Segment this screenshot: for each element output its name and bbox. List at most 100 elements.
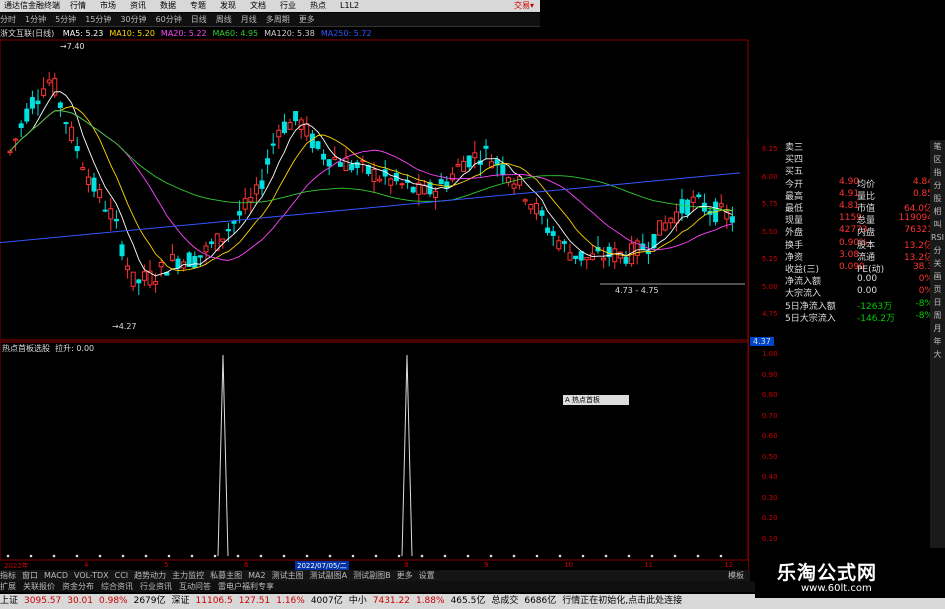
status-item: 465.5亿: [450, 596, 486, 606]
status-item: 上证: [0, 596, 19, 606]
side-tab[interactable]: 画: [930, 270, 945, 283]
side-tab[interactable]: 股: [930, 192, 945, 205]
candle-body: [158, 261, 164, 268]
candle-body: [349, 163, 355, 171]
indicator-tab[interactable]: 主力监控: [172, 571, 204, 580]
date-tick: 9: [484, 561, 489, 569]
extension-tab[interactable]: 关联报价: [23, 582, 55, 591]
side-tab[interactable]: 大: [930, 348, 945, 361]
indicator-tab[interactable]: 趋势动力: [134, 571, 166, 580]
candle-body: [410, 186, 416, 193]
indicator-popup[interactable]: A 热点首板: [563, 395, 629, 405]
indicator-tab[interactable]: CCI: [115, 571, 129, 580]
baseline-dot: [75, 554, 79, 558]
candle-body: [102, 209, 108, 212]
side-tab[interactable]: 年: [930, 335, 945, 348]
baseline-dot: [650, 554, 654, 558]
range-annotation: 4.73 - 4.75: [615, 286, 659, 295]
side-tab[interactable]: 相: [930, 205, 945, 218]
side-tab[interactable]: 月: [930, 322, 945, 335]
indicator-tab[interactable]: 测试副图B: [353, 571, 391, 580]
baseline-dot: [512, 554, 516, 558]
baseline-dot: [581, 554, 585, 558]
baseline-dot: [374, 554, 378, 558]
side-tab[interactable]: 叫: [930, 218, 945, 231]
candle-body: [332, 156, 338, 160]
quote-v2: 64.0亿: [903, 204, 933, 214]
date-tick: 12: [724, 561, 733, 569]
indicator-tab[interactable]: 测试主图: [272, 571, 304, 580]
side-tab[interactable]: 关: [930, 257, 945, 270]
candle-body: [24, 108, 30, 122]
indicator-tab[interactable]: MA2: [248, 571, 265, 580]
ma-line: [9, 110, 733, 212]
side-tab[interactable]: RSI: [930, 231, 945, 244]
candle-body: [528, 204, 534, 210]
baseline-dot: [397, 554, 401, 558]
quote-l2: 0.00: [857, 286, 878, 297]
side-tab[interactable]: 指: [930, 166, 945, 179]
candle-body: [18, 123, 24, 129]
baseline-dot: [627, 554, 631, 558]
date-tick: 11: [644, 561, 653, 569]
baseline-dot: [719, 554, 723, 558]
quote-lbl: 5日净流入额: [785, 301, 836, 312]
candle-body: [673, 211, 679, 224]
candle-body: [276, 129, 282, 138]
candle-body: [371, 168, 377, 183]
quote-row: 今开 4.90 均价 4.84: [785, 177, 935, 190]
side-tab[interactable]: 区: [930, 153, 945, 166]
candle-body: [80, 167, 86, 170]
candle-body: [466, 155, 472, 168]
candle-body: [657, 220, 663, 236]
quote-row: 最高 4.91 量比 0.85: [785, 189, 935, 202]
quote-lbl: 5日大宗流入: [785, 313, 836, 324]
indicator-tab[interactable]: 设置: [419, 571, 435, 580]
status-item: 0.98%: [99, 596, 128, 606]
indicator-tab[interactable]: 窗口: [22, 571, 38, 580]
quote-row: 现量 1159 总量 119094: [785, 213, 935, 227]
indicator-tab[interactable]: MACD: [44, 571, 68, 580]
extension-tab[interactable]: 互动问答: [179, 582, 211, 591]
candle-body: [545, 227, 551, 233]
extension-tab[interactable]: 雷电户福利专享: [218, 582, 274, 591]
side-tab[interactable]: 分: [930, 179, 945, 192]
quote-lbl: 净资: [785, 252, 804, 263]
extension-tab[interactable]: 综合资讯: [101, 582, 133, 591]
side-tab[interactable]: 页: [930, 283, 945, 296]
candle-body: [567, 252, 573, 261]
side-tab[interactable]: 日: [930, 296, 945, 309]
candle-body: [455, 164, 461, 167]
candle-body: [696, 194, 702, 198]
extension-tab[interactable]: 资金分布: [62, 582, 94, 591]
candle-body: [220, 238, 226, 242]
quote-v2: 13.2亿: [903, 240, 933, 251]
candle-body: [685, 199, 691, 215]
status-item: 总成交: [491, 596, 519, 606]
candle-body: [265, 158, 271, 165]
indicator-tab[interactable]: VOL-TDX: [74, 571, 109, 580]
quote-row: 买四: [785, 152, 935, 165]
baseline-dot: [52, 554, 56, 558]
extension-tab[interactable]: 行业资讯: [140, 582, 172, 591]
quote-lbl: 净流入额: [785, 277, 822, 288]
baseline-dot: [420, 554, 424, 558]
quote-l2: 总量: [857, 216, 876, 227]
quote-v2: 76321: [904, 225, 933, 236]
baseline-dot: [98, 554, 102, 558]
side-tab[interactable]: 周: [930, 309, 945, 322]
candle-body: [578, 251, 584, 261]
template-button[interactable]: 模板: [728, 570, 744, 581]
side-tab[interactable]: 笔: [930, 140, 945, 153]
indicator-tab[interactable]: 私募主图: [210, 571, 242, 580]
status-item: 行情正在初始化,点击此处连接: [562, 596, 683, 606]
baseline-dot: [535, 554, 539, 558]
candle-body: [63, 122, 69, 125]
extension-tab[interactable]: 扩展: [0, 582, 16, 591]
indicator-tab[interactable]: 更多: [397, 571, 413, 580]
indicator-tab[interactable]: 指标: [0, 571, 16, 580]
side-tab[interactable]: 分: [930, 244, 945, 257]
quote-row: 5日大宗流入 -146.2万 -8%: [785, 311, 935, 324]
indicator-tab[interactable]: 测试副图A: [310, 571, 347, 580]
candle-body: [231, 220, 237, 224]
